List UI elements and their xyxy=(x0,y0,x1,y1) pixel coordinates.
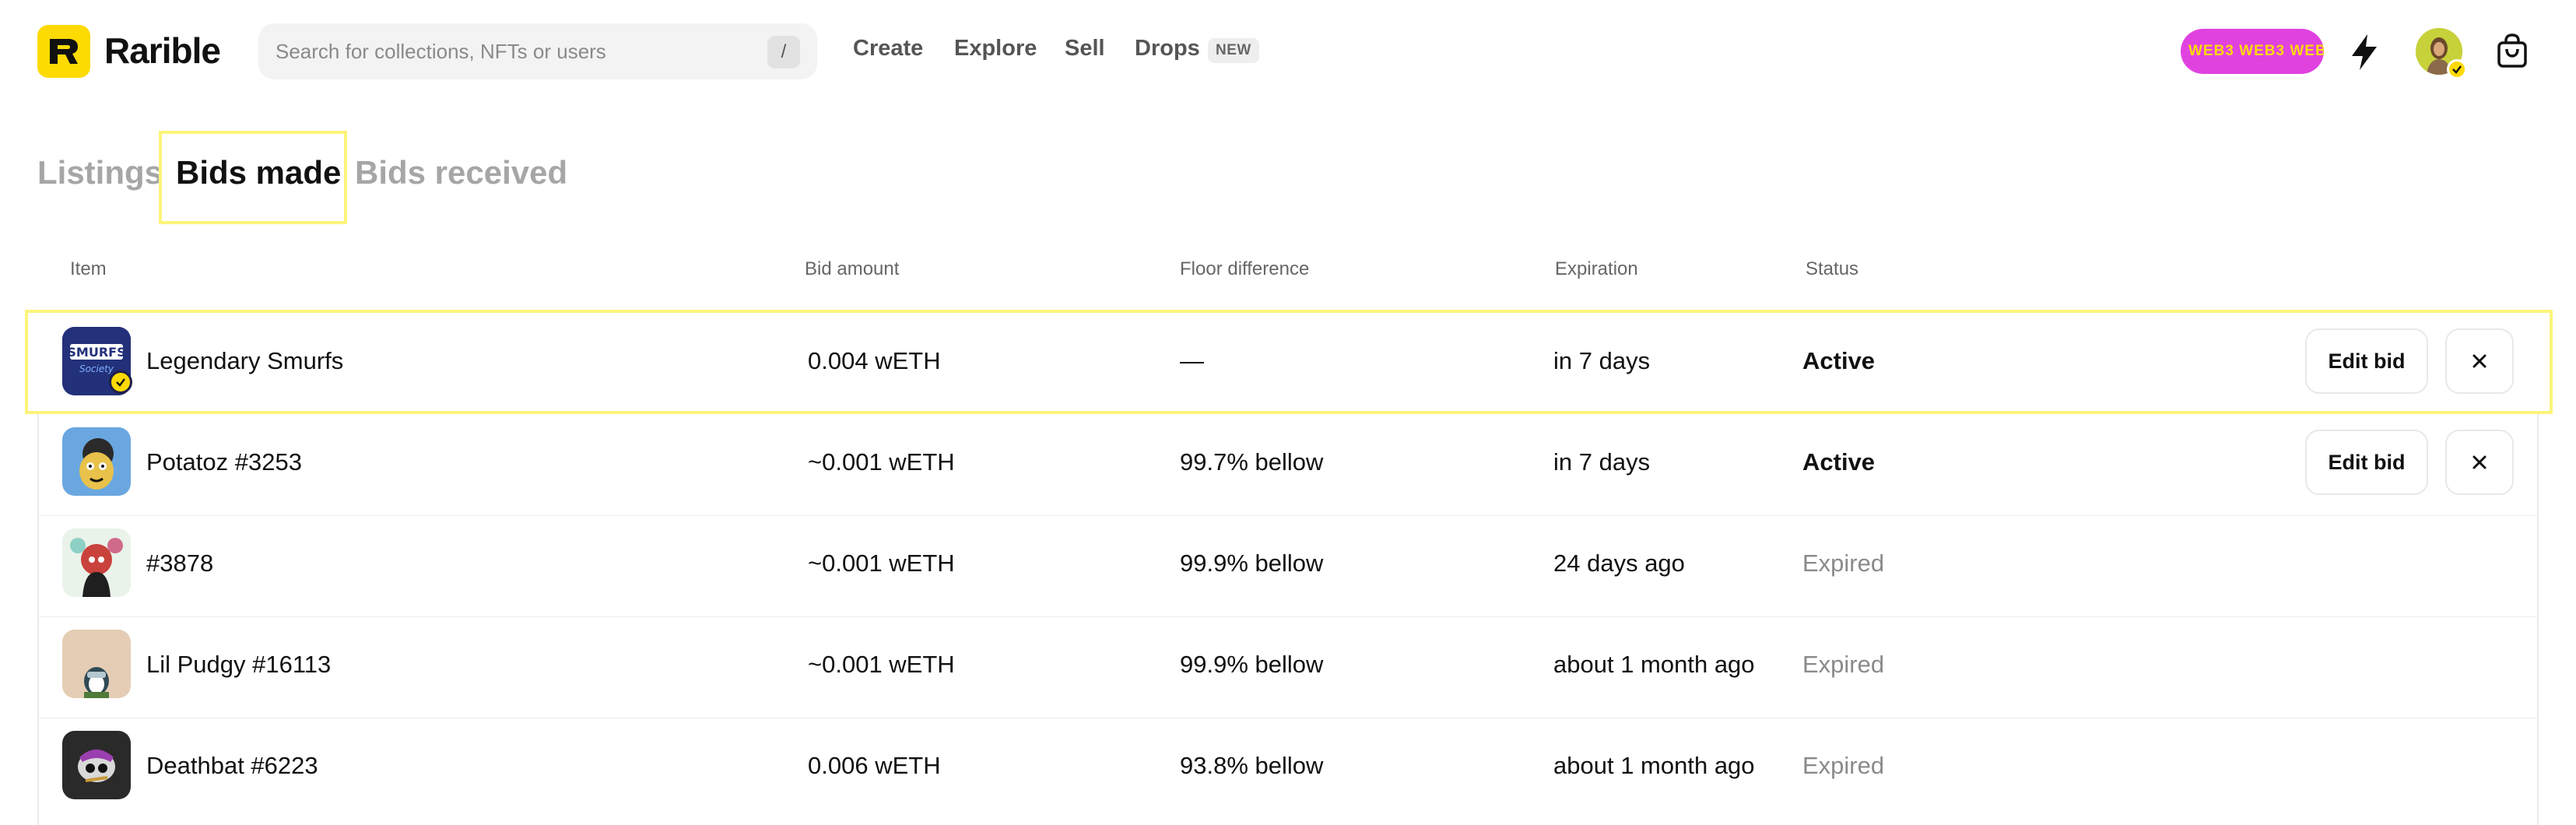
expiration: 24 days ago xyxy=(1553,549,1685,577)
bid-amount: ~0.001 wETH xyxy=(808,651,955,678)
verified-badge-icon xyxy=(109,370,132,394)
verified-badge-icon xyxy=(2447,59,2467,79)
tab-bids-received[interactable]: Bids received xyxy=(355,154,567,191)
column-header-expiration: Expiration xyxy=(1555,258,1638,279)
table-row-highlight xyxy=(25,310,2553,414)
nft-thumbnail[interactable] xyxy=(62,427,131,496)
web3-promo-text: WEB3 WEB3 WEB3 WEB3 xyxy=(2188,43,2324,59)
svg-text:Society: Society xyxy=(79,363,114,374)
bid-amount: 0.006 wETH xyxy=(808,752,941,779)
expiration: in 7 days xyxy=(1553,347,1651,374)
floor-difference: 93.8% bellow xyxy=(1180,752,1324,779)
status-badge: Active xyxy=(1802,347,1876,374)
floor-difference: 99.9% bellow xyxy=(1180,651,1324,678)
item-name[interactable]: #3878 xyxy=(146,549,213,578)
nav-sell[interactable]: Sell xyxy=(1065,36,1105,61)
item-name[interactable]: Lil Pudgy #16113 xyxy=(146,651,331,679)
search-bar[interactable]: / xyxy=(258,23,817,79)
tab-listings[interactable]: Listings xyxy=(37,154,163,191)
item-name[interactable]: Legendary Smurfs xyxy=(146,347,343,375)
bid-amount: ~0.001 wETH xyxy=(808,448,955,476)
floor-difference: 99.7% bellow xyxy=(1180,448,1324,476)
edit-bid-button[interactable]: Edit bid xyxy=(2305,430,2428,495)
row-divider xyxy=(37,616,2539,617)
rarible-logo-icon[interactable] xyxy=(37,25,90,78)
nft-thumbnail[interactable] xyxy=(62,630,131,698)
bid-amount: 0.004 wETH xyxy=(808,347,941,374)
column-header-status: Status xyxy=(1806,258,1859,279)
nav-drops[interactable]: Drops xyxy=(1135,36,1200,61)
floor-difference: 99.9% bellow xyxy=(1180,549,1324,577)
nft-thumbnail[interactable] xyxy=(62,731,131,799)
close-icon xyxy=(2472,455,2487,469)
expiration: about 1 month ago xyxy=(1553,651,1755,678)
edit-bid-button[interactable]: Edit bid xyxy=(2305,328,2428,394)
top-navbar: Rarible / Create Explore Sell Drops NEW … xyxy=(0,0,2576,101)
floor-difference: — xyxy=(1180,347,1204,374)
brand-name[interactable]: Rarible xyxy=(104,30,221,72)
column-header-floor-difference: Floor difference xyxy=(1180,258,1310,279)
column-header-item: Item xyxy=(70,258,107,279)
search-shortcut-key: / xyxy=(767,36,800,68)
shopping-bag-icon[interactable] xyxy=(2495,33,2529,68)
bid-amount: ~0.001 wETH xyxy=(808,549,955,577)
row-divider xyxy=(37,515,2539,516)
svg-text:SMURFS: SMURFS xyxy=(67,345,125,360)
item-name[interactable]: Deathbat #6223 xyxy=(146,752,318,780)
search-input[interactable] xyxy=(275,23,742,79)
new-badge: NEW xyxy=(1208,38,1259,63)
status-badge: Active xyxy=(1802,448,1876,476)
status-badge: Expired xyxy=(1802,549,1885,577)
nav-explore[interactable]: Explore xyxy=(954,36,1037,61)
lightning-icon[interactable] xyxy=(2347,33,2381,72)
column-header-bid-amount: Bid amount xyxy=(805,258,900,279)
tab-bids-made[interactable]: Bids made xyxy=(176,154,341,191)
item-name[interactable]: Potatoz #3253 xyxy=(146,448,302,476)
status-badge: Expired xyxy=(1802,651,1885,678)
nft-thumbnail[interactable] xyxy=(62,528,131,597)
expiration: in 7 days xyxy=(1553,448,1651,476)
close-icon xyxy=(2472,354,2487,368)
web3-promo-pill[interactable]: WEB3 WEB3 WEB3 WEB3 xyxy=(2181,29,2324,74)
expiration: about 1 month ago xyxy=(1553,752,1755,779)
status-badge: Expired xyxy=(1802,752,1885,779)
cancel-bid-button[interactable] xyxy=(2445,328,2514,394)
cancel-bid-button[interactable] xyxy=(2445,430,2514,495)
nav-create[interactable]: Create xyxy=(853,36,923,61)
